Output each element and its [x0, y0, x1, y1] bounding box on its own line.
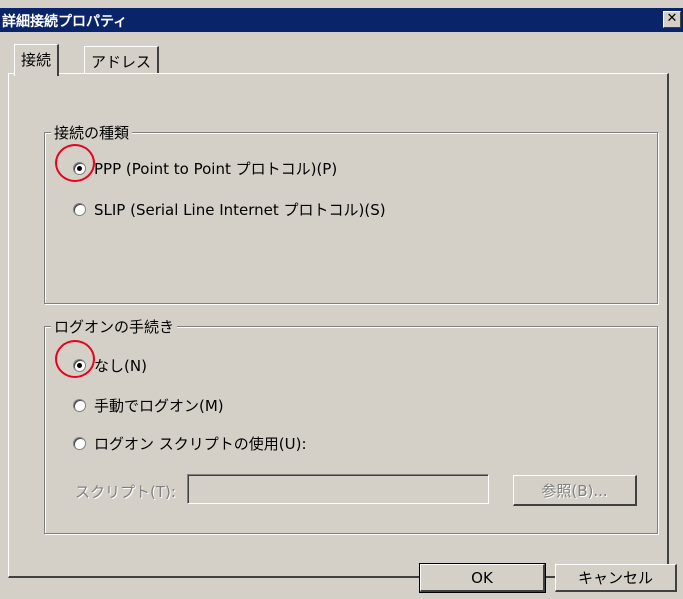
properties-dialog: 詳細接続プロパティ ✕ 接続 アドレス 接続の種類 PPP (Point to …: [0, 0, 683, 599]
tab-connection[interactable]: 接続: [14, 44, 60, 76]
annotation-circle-none: [55, 340, 95, 378]
radio-slip-button[interactable]: [73, 203, 86, 216]
radio-ppp[interactable]: PPP (Point to Point プロトコル)(P): [73, 158, 337, 179]
cancel-button-label: キャンセル: [577, 569, 653, 587]
radio-manual-logon-button[interactable]: [73, 399, 86, 412]
connection-type-group-label: 接続の種類: [51, 122, 133, 143]
ok-button[interactable]: OK: [419, 563, 546, 593]
tab-address-label: アドレス: [91, 53, 152, 71]
radio-ppp-label: PPP (Point to Point プロトコル)(P): [94, 160, 338, 178]
close-button[interactable]: ✕: [663, 11, 681, 28]
connection-type-group: 接続の種類 PPP (Point to Point プロトコル)(P) SLIP…: [44, 122, 658, 304]
radio-logon-script-button[interactable]: [73, 437, 86, 450]
radio-logon-script-label: ログオン スクリプトの使用(U):: [94, 435, 307, 453]
radio-logon-script[interactable]: ログオン スクリプトの使用(U):: [73, 433, 307, 454]
logon-procedure-group: ログオンの手続き なし(N) 手動でログオン(M) ログオン スクリプトの使用(…: [44, 316, 658, 534]
dialog-body: 接続 アドレス 接続の種類 PPP (Point to Point プロトコル)…: [0, 32, 683, 599]
tab-address[interactable]: アドレス: [84, 46, 160, 75]
radio-none-label: なし(N): [94, 357, 147, 375]
tab-panel-connection: 接続の種類 PPP (Point to Point プロトコル)(P) SLIP…: [8, 73, 669, 578]
radio-manual-logon-label: 手動でログオン(M): [94, 397, 224, 415]
window-title: 詳細接続プロパティ: [2, 14, 128, 30]
radio-slip-label: SLIP (Serial Line Internet プロトコル)(S): [94, 201, 386, 219]
tab-connection-label: 接続: [21, 51, 52, 69]
logon-procedure-group-label: ログオンの手続き: [51, 316, 178, 337]
close-icon: ✕: [666, 11, 678, 26]
ok-button-label: OK: [471, 568, 493, 587]
annotation-circle-ppp: [55, 144, 95, 182]
browse-button[interactable]: 参照(B)...: [513, 475, 637, 506]
script-field-label: スクリプト(T):: [75, 483, 176, 501]
title-bar[interactable]: 詳細接続プロパティ ✕: [0, 8, 683, 32]
script-path-input[interactable]: [187, 474, 489, 504]
radio-manual-logon[interactable]: 手動でログオン(M): [73, 395, 224, 416]
cancel-button[interactable]: キャンセル: [555, 564, 677, 592]
radio-slip[interactable]: SLIP (Serial Line Internet プロトコル)(S): [73, 199, 386, 220]
browse-button-label: 参照(B)...: [541, 481, 608, 500]
